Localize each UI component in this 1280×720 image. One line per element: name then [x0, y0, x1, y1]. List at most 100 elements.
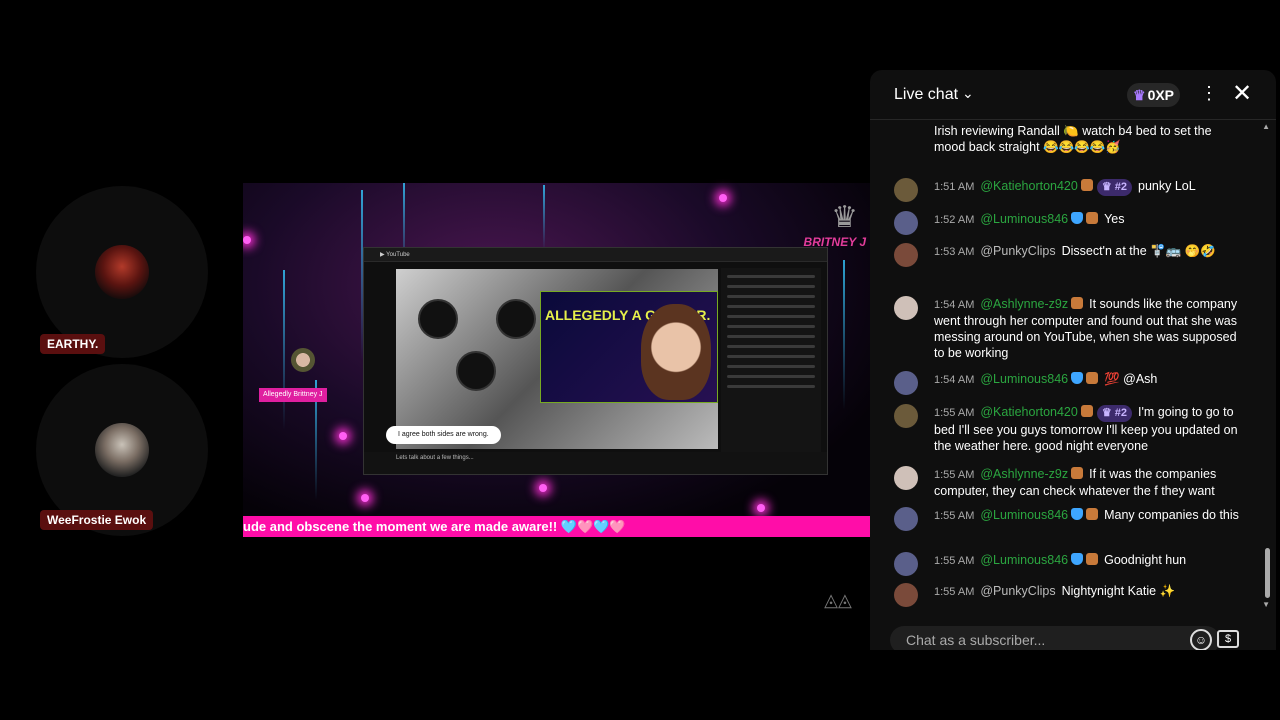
- scroll-up-arrow-icon[interactable]: ▲: [1262, 122, 1270, 131]
- member-badge-icon: [1080, 179, 1093, 191]
- message-author[interactable]: @Luminous846: [980, 508, 1068, 522]
- rank-value: #2: [1114, 181, 1128, 193]
- message-author[interactable]: @Ashlynne-z9z: [980, 297, 1068, 311]
- glow-particle: [757, 504, 765, 512]
- streamer-avatar: [291, 348, 315, 372]
- message-time: 1:55 AM: [934, 407, 975, 419]
- glow-particle: [243, 236, 251, 244]
- thumbnail-face: [641, 304, 711, 400]
- member-badge-icon: [1086, 372, 1099, 384]
- message-author[interactable]: @Katiehorton420: [980, 405, 1077, 419]
- emoji-icon[interactable]: ☺: [1190, 629, 1212, 650]
- moderator-badge-icon: [1071, 372, 1084, 384]
- xp-value: 0XP: [1147, 87, 1175, 103]
- chevron-down-icon[interactable]: ⌄: [962, 85, 974, 102]
- member-badge-icon: [1086, 212, 1099, 224]
- light-streak: [283, 270, 285, 430]
- rank-badge: ♛ #2: [1096, 179, 1133, 196]
- chat-title[interactable]: Live chat: [894, 86, 958, 104]
- participant-name-tag: WeeFrostie Ewok: [40, 510, 154, 530]
- message-author[interactable]: @PunkyClips: [980, 584, 1055, 598]
- more-options-icon[interactable]: ⋮: [1200, 83, 1218, 104]
- light-streak: [543, 185, 545, 250]
- stream-stage: EARTHY. WeeFrostie Ewok ♛ BRITNEY J Alle…: [0, 0, 1280, 720]
- shared-screen: ▶ YouTube ALLEGEDLY A GRIFTER. I agree b…: [363, 247, 828, 475]
- xp-badge-button[interactable]: ♛ 0XP: [1127, 83, 1181, 107]
- avatar[interactable]: [894, 296, 918, 320]
- chat-input[interactable]: [906, 626, 1166, 650]
- message-time: 1:52 AM: [934, 214, 975, 226]
- message-text: Goodnight hun: [1104, 553, 1187, 567]
- scroll-down-arrow-icon[interactable]: ▼: [1262, 600, 1270, 609]
- message-author[interactable]: @Luminous846: [980, 212, 1068, 226]
- moderator-badge-icon: [1071, 212, 1084, 224]
- member-badge-icon: [1071, 467, 1084, 479]
- participant-tile-earthy[interactable]: [36, 186, 208, 358]
- message-time: 1:55 AM: [934, 586, 975, 598]
- member-badge-icon: [1086, 508, 1099, 520]
- message-author[interactable]: @Luminous846: [980, 553, 1068, 567]
- chat-message: 1:55 AM @Luminous846 Many companies do thi…: [894, 507, 1246, 531]
- avatar[interactable]: [894, 371, 918, 395]
- chat-message: 1:51 AM @Katiehorton420 ♛ #2 punky LoL: [894, 178, 1246, 202]
- avatar[interactable]: [894, 178, 918, 202]
- participant-circle: [456, 351, 496, 391]
- glow-particle: [539, 484, 547, 492]
- message-time: 1:53 AM: [934, 246, 975, 258]
- message-author[interactable]: @Ashlynne-z9z: [980, 467, 1068, 481]
- message-time: 1:55 AM: [934, 555, 975, 567]
- shared-screen-toolbar: ▶ YouTube: [364, 248, 827, 262]
- message-text: Dissect'n at the 🚏🚌 🤭🤣: [1061, 244, 1216, 258]
- avatar[interactable]: [894, 583, 918, 607]
- avatar[interactable]: [894, 211, 918, 235]
- streamer-name-tag: Allegedly Brittney J: [259, 388, 327, 402]
- message-time: 1:55 AM: [934, 469, 975, 481]
- super-chat-icon[interactable]: $: [1217, 630, 1239, 648]
- message-author[interactable]: @PunkyClips: [980, 244, 1055, 258]
- chat-message: 1:55 AM @Ashlynne-z9z If it was the compan…: [894, 466, 1246, 499]
- chat-message: Irish reviewing Randall 🍋 watch b4 bed t…: [894, 123, 1246, 155]
- message-text: punky LoL: [1138, 179, 1196, 193]
- scrollbar-thumb[interactable]: [1265, 548, 1270, 598]
- message-time: 1:54 AM: [934, 299, 975, 311]
- video-player[interactable]: ♛ BRITNEY J Allegedly Brittney J ▶ YouTu…: [243, 70, 870, 650]
- chat-message: 1:55 AM @PunkyClips Nightynight Katie ✨: [894, 583, 1246, 607]
- thumbnail-graphic: ALLEGEDLY A GRIFTER.: [540, 291, 718, 403]
- message-text: Many companies do this: [1104, 508, 1239, 522]
- avatar[interactable]: [894, 243, 918, 267]
- scrolling-ticker: ude and obscene the moment we are made a…: [243, 516, 870, 537]
- live-chat-panel: Live chat ⌄ ♛ 0XP ⋮ ✕ Irish reviewing Ran…: [870, 70, 1276, 650]
- shared-screen-caption-bubble: I agree both sides are wrong.: [386, 426, 501, 444]
- chat-input-container: ☺: [890, 626, 1220, 650]
- glow-particle: [719, 194, 727, 202]
- close-icon[interactable]: ✕: [1232, 80, 1252, 108]
- rank-value: #2: [1114, 407, 1128, 419]
- glow-particle: [339, 432, 347, 440]
- message-author[interactable]: @Katiehorton420: [980, 179, 1077, 193]
- light-streak: [843, 260, 845, 410]
- crown-icon: ♛: [1101, 181, 1112, 193]
- chat-message: 1:55 AM @Katiehorton420 ♛ #2 I'm going to g…: [894, 404, 1246, 454]
- crown-logo-icon: ♛: [831, 201, 858, 234]
- mask-watermark-icon: ◬◬: [824, 590, 852, 610]
- message-time: 1:54 AM: [934, 374, 975, 386]
- message-text: Nightynight Katie ✨: [1061, 584, 1176, 598]
- shared-screen-chat: [721, 268, 821, 454]
- chat-message: 1:54 AM @Ashlynne-z9z It sounds like the c…: [894, 296, 1246, 361]
- avatar[interactable]: [894, 552, 918, 576]
- chat-message: 1:55 AM @Luminous846 Goodnight hun: [894, 552, 1246, 576]
- message-text: Irish reviewing Randall 🍋 watch b4 bed t…: [934, 124, 1212, 154]
- chat-message: 1:53 AM @PunkyClips Dissect'n at the 🚏🚌 🤭🤣: [894, 243, 1246, 267]
- chat-message: 1:54 AM @Luminous846 💯 @Ash: [894, 371, 1246, 395]
- message-time: 1:55 AM: [934, 510, 975, 522]
- crown-icon: ♛: [1101, 407, 1112, 419]
- participant-name-tag: EARTHY.: [40, 334, 106, 354]
- rank-badge: ♛ #2: [1096, 405, 1133, 422]
- avatar[interactable]: [894, 507, 918, 531]
- avatar[interactable]: [894, 404, 918, 428]
- chat-message: 1:52 AM @Luminous846 Yes: [894, 211, 1246, 235]
- glow-particle: [361, 494, 369, 502]
- crown-icon: ♛: [1133, 87, 1146, 103]
- message-author[interactable]: @Luminous846: [980, 372, 1068, 386]
- avatar[interactable]: [894, 466, 918, 490]
